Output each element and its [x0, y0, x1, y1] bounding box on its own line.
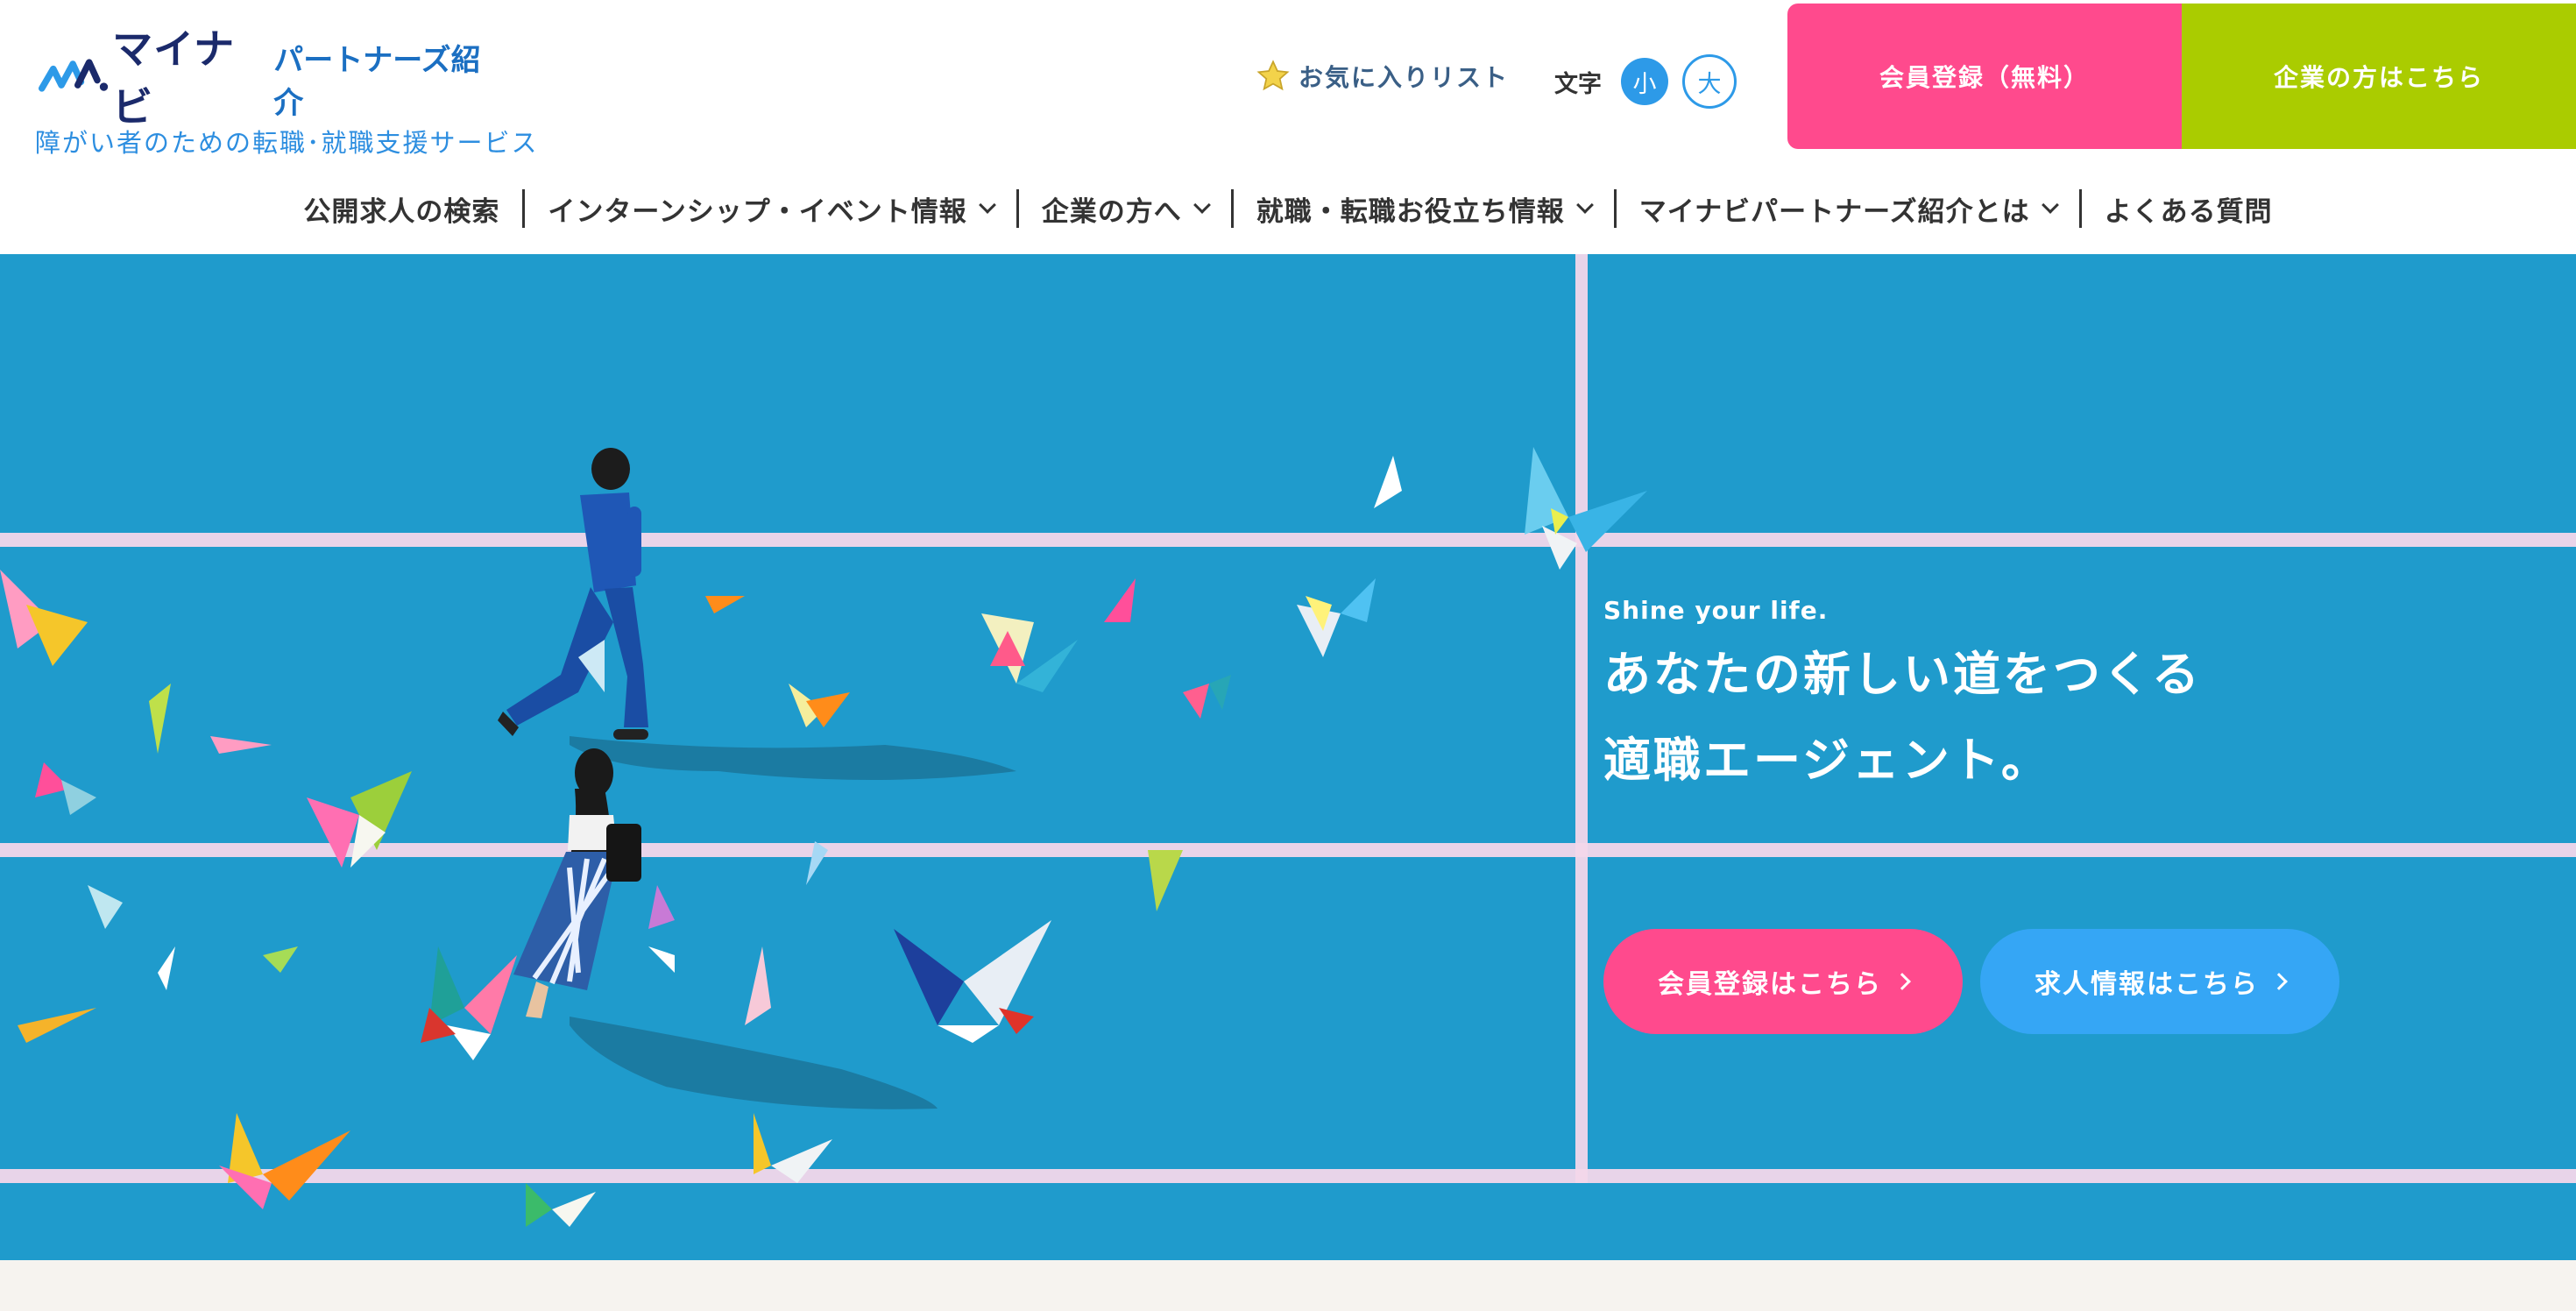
- hero-jobs-button-label: 求人情報はこちら: [2035, 969, 2259, 1000]
- logo-sub-text: パートナーズ紹介: [273, 43, 481, 121]
- favorites-label: お気に入りリスト: [1299, 63, 1510, 92]
- hero-headline: あなたの新しい道をつくる 適職エージェント。: [1603, 632, 2202, 804]
- mynavi-logo-icon: [39, 59, 109, 92]
- main-nav: 公開求人の検索 インターンシップ・イベント情報 企業の方へ 就職・転職お役立ち情…: [0, 181, 2576, 237]
- nav-item-internship-events[interactable]: インターンシップ・イベント情報: [525, 189, 1016, 228]
- chevron-down-icon: [1575, 196, 1594, 214]
- chevron-right-icon: [1893, 973, 1911, 990]
- nav-item-label: 就職・転職お役立ち情報: [1256, 195, 1565, 228]
- hero-member-registration-button[interactable]: 会員登録はこちら: [1603, 929, 1963, 1034]
- nav-item-for-companies[interactable]: 企業の方へ: [1019, 189, 1231, 228]
- site-logo[interactable]: マイナビ パートナーズ紹介: [39, 25, 494, 131]
- nav-item-label: 公開求人の検索: [303, 195, 500, 228]
- site-header: マイナビ パートナーズ紹介 障がい者のための転職･就職支援サービス お気に入りリ…: [0, 0, 2576, 254]
- hero-member-button-label: 会員登録はこちら: [1658, 969, 1882, 1000]
- hero-job-info-button[interactable]: 求人情報はこちら: [1980, 929, 2339, 1034]
- hero-tagline-en: Shine your life.: [1603, 596, 1829, 625]
- chevron-down-icon: [1192, 196, 1211, 214]
- font-size-label: 文字: [1554, 70, 1602, 98]
- member-registration-button[interactable]: 会員登録（無料）: [1787, 4, 2182, 149]
- next-section-strip: [0, 1260, 2576, 1311]
- nav-item-about[interactable]: マイナビパートナーズ紹介とは: [1617, 189, 2079, 228]
- nav-item-label: 企業の方へ: [1041, 195, 1182, 228]
- woman-figure: [513, 748, 641, 1018]
- font-size-small-button[interactable]: 小: [1621, 58, 1668, 105]
- company-link-button[interactable]: 企業の方はこちら: [2182, 4, 2576, 149]
- nav-item-label: よくある質問: [2104, 195, 2273, 228]
- site-tagline: 障がい者のための転職･就職支援サービス: [35, 128, 539, 158]
- favorites-link[interactable]: お気に入りリスト: [1255, 58, 1509, 95]
- font-size-switcher: 文字 小 大: [1554, 54, 1737, 109]
- chevron-down-icon: [978, 196, 996, 214]
- hero-section: Shine your life. あなたの新しい道をつくる 適職エージェント。 …: [0, 254, 2576, 1260]
- logo-main-text: マイナビ: [112, 25, 236, 131]
- chevron-down-icon: [2041, 196, 2059, 214]
- paper-butterflies: [0, 447, 1647, 1227]
- nav-item-label: インターンシップ・イベント情報: [548, 195, 967, 228]
- hero-text-block: Shine your life. あなたの新しい道をつくる 適職エージェント。: [1603, 596, 2202, 804]
- nav-item-career-tips[interactable]: 就職・転職お役立ち情報: [1234, 189, 1614, 228]
- nav-item-faq[interactable]: よくある質問: [2082, 189, 2296, 228]
- hero-headline-line2: 適職エージェント。: [1603, 733, 2051, 788]
- businessman-figure: [498, 448, 648, 740]
- nav-item-job-search[interactable]: 公開求人の検索: [280, 189, 522, 228]
- font-size-large-button[interactable]: 大: [1682, 54, 1737, 109]
- hero-headline-line1: あなたの新しい道をつくる: [1603, 647, 2202, 702]
- nav-item-label: マイナビパートナーズ紹介とは: [1638, 195, 2030, 228]
- chevron-right-icon: [2270, 973, 2288, 990]
- star-icon: [1256, 60, 1290, 91]
